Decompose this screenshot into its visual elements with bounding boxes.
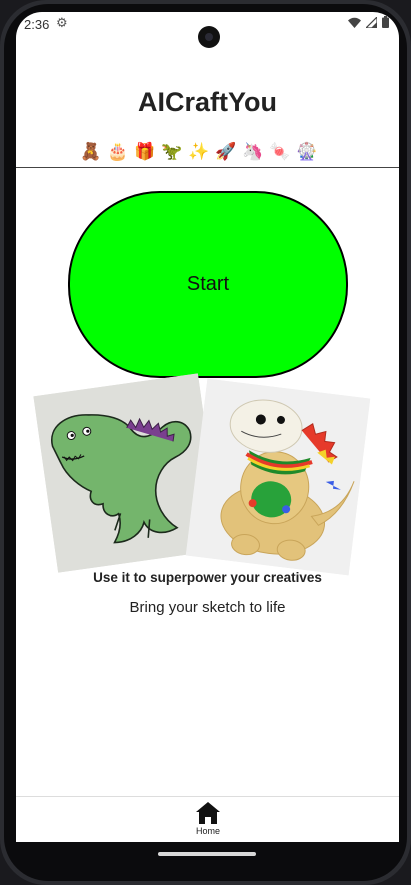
emoji-row: 🧸 🎂 🎁 🦖 ✨ 🚀 🦄 🍬 🎡	[80, 142, 317, 162]
signal-icon	[366, 16, 377, 28]
system-icons	[348, 16, 389, 28]
candy-icon: 🍬	[269, 142, 291, 162]
teddy-bear-icon: 🧸	[80, 142, 102, 162]
gesture-handle[interactable]	[158, 852, 256, 856]
status-time: 2:36	[24, 17, 50, 32]
subline-text: Bring your sketch to life	[129, 599, 286, 616]
dinosaur-icon: 🦖	[161, 142, 183, 162]
app-title: AICraftYou	[138, 87, 277, 117]
bottom-navigation: Home	[16, 796, 399, 842]
gear-icon: ⚙	[56, 16, 68, 31]
plush-dinosaur-image	[185, 378, 371, 576]
birthday-cake-icon: 🎂	[107, 142, 129, 162]
nav-home-button[interactable]: Home	[182, 801, 234, 842]
headline-text: Use it to superpower your creatives	[93, 570, 322, 585]
app-screen: 2:36 ⚙ AICraftYou 🧸 🎂 🎁 🦖 ✨ 🚀 🦄 🍬 🎡 Star…	[16, 12, 399, 842]
gift-icon: 🎁	[134, 142, 156, 162]
battery-icon	[382, 16, 389, 28]
start-button[interactable]: Start	[68, 191, 348, 378]
ferris-wheel-icon: 🎡	[296, 142, 318, 162]
nav-home-label: Home	[195, 826, 220, 836]
header-divider	[16, 167, 399, 168]
rocket-icon: 🚀	[215, 142, 237, 162]
front-camera	[198, 26, 220, 48]
sparkles-icon: ✨	[188, 142, 210, 162]
wifi-icon	[348, 17, 361, 28]
unicorn-icon: 🦄	[242, 142, 264, 162]
home-icon	[196, 802, 220, 824]
